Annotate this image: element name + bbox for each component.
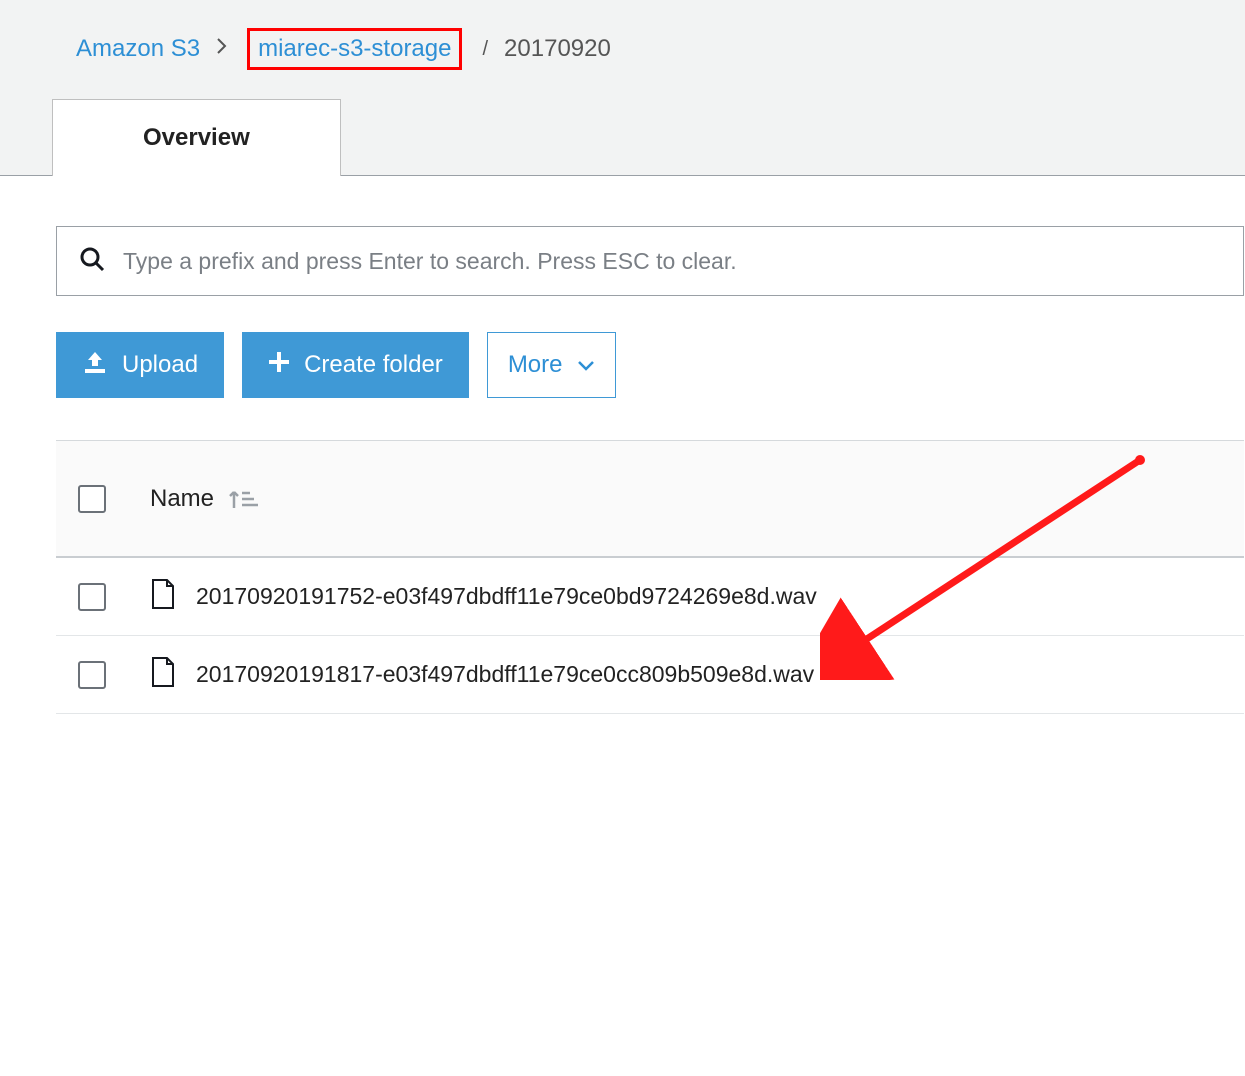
file-icon bbox=[150, 656, 176, 694]
create-folder-button[interactable]: Create folder bbox=[242, 332, 469, 398]
search-bar[interactable] bbox=[56, 226, 1244, 296]
search-icon bbox=[79, 246, 105, 277]
upload-icon bbox=[82, 350, 108, 381]
object-table: Name 20170920191752-e03f497dbdff11e79ce0… bbox=[56, 440, 1244, 714]
tabs-row: Overview bbox=[0, 98, 1245, 176]
file-icon bbox=[150, 578, 176, 616]
search-input[interactable] bbox=[123, 248, 1221, 275]
more-button[interactable]: More bbox=[487, 332, 616, 398]
row-checkbox[interactable] bbox=[78, 661, 106, 689]
row-checkbox[interactable] bbox=[78, 583, 106, 611]
create-folder-button-label: Create folder bbox=[304, 351, 443, 379]
breadcrumb-bucket[interactable]: miarec-s3-storage bbox=[258, 35, 451, 62]
chevron-down-icon bbox=[577, 351, 595, 379]
upload-button[interactable]: Upload bbox=[56, 332, 224, 398]
name-column-label: Name bbox=[150, 485, 214, 513]
content-area: Upload Create folder More Name bbox=[0, 176, 1245, 1076]
plus-icon bbox=[268, 351, 290, 380]
annotation-highlight-box: miarec-s3-storage bbox=[247, 28, 462, 70]
breadcrumb-current-folder: 20170920 bbox=[504, 35, 611, 63]
file-name: 20170920191817-e03f497dbdff11e79ce0cc809… bbox=[196, 661, 814, 688]
table-row[interactable]: 20170920191817-e03f497dbdff11e79ce0cc809… bbox=[56, 636, 1244, 714]
sort-icon bbox=[228, 486, 258, 512]
more-button-label: More bbox=[508, 351, 563, 379]
upload-button-label: Upload bbox=[122, 351, 198, 379]
table-row[interactable]: 20170920191752-e03f497dbdff11e79ce0bd972… bbox=[56, 558, 1244, 636]
breadcrumb-separator: / bbox=[476, 38, 494, 61]
toolbar: Upload Create folder More bbox=[56, 332, 1245, 398]
breadcrumb: Amazon S3 miarec-s3-storage / 20170920 bbox=[0, 0, 1245, 90]
name-column-header[interactable]: Name bbox=[150, 485, 258, 513]
chevron-right-icon bbox=[210, 37, 233, 61]
table-header: Name bbox=[56, 440, 1244, 558]
select-all-checkbox[interactable] bbox=[78, 485, 106, 513]
breadcrumb-root[interactable]: Amazon S3 bbox=[76, 35, 200, 63]
file-name: 20170920191752-e03f497dbdff11e79ce0bd972… bbox=[196, 583, 817, 610]
tab-overview[interactable]: Overview bbox=[52, 99, 341, 176]
